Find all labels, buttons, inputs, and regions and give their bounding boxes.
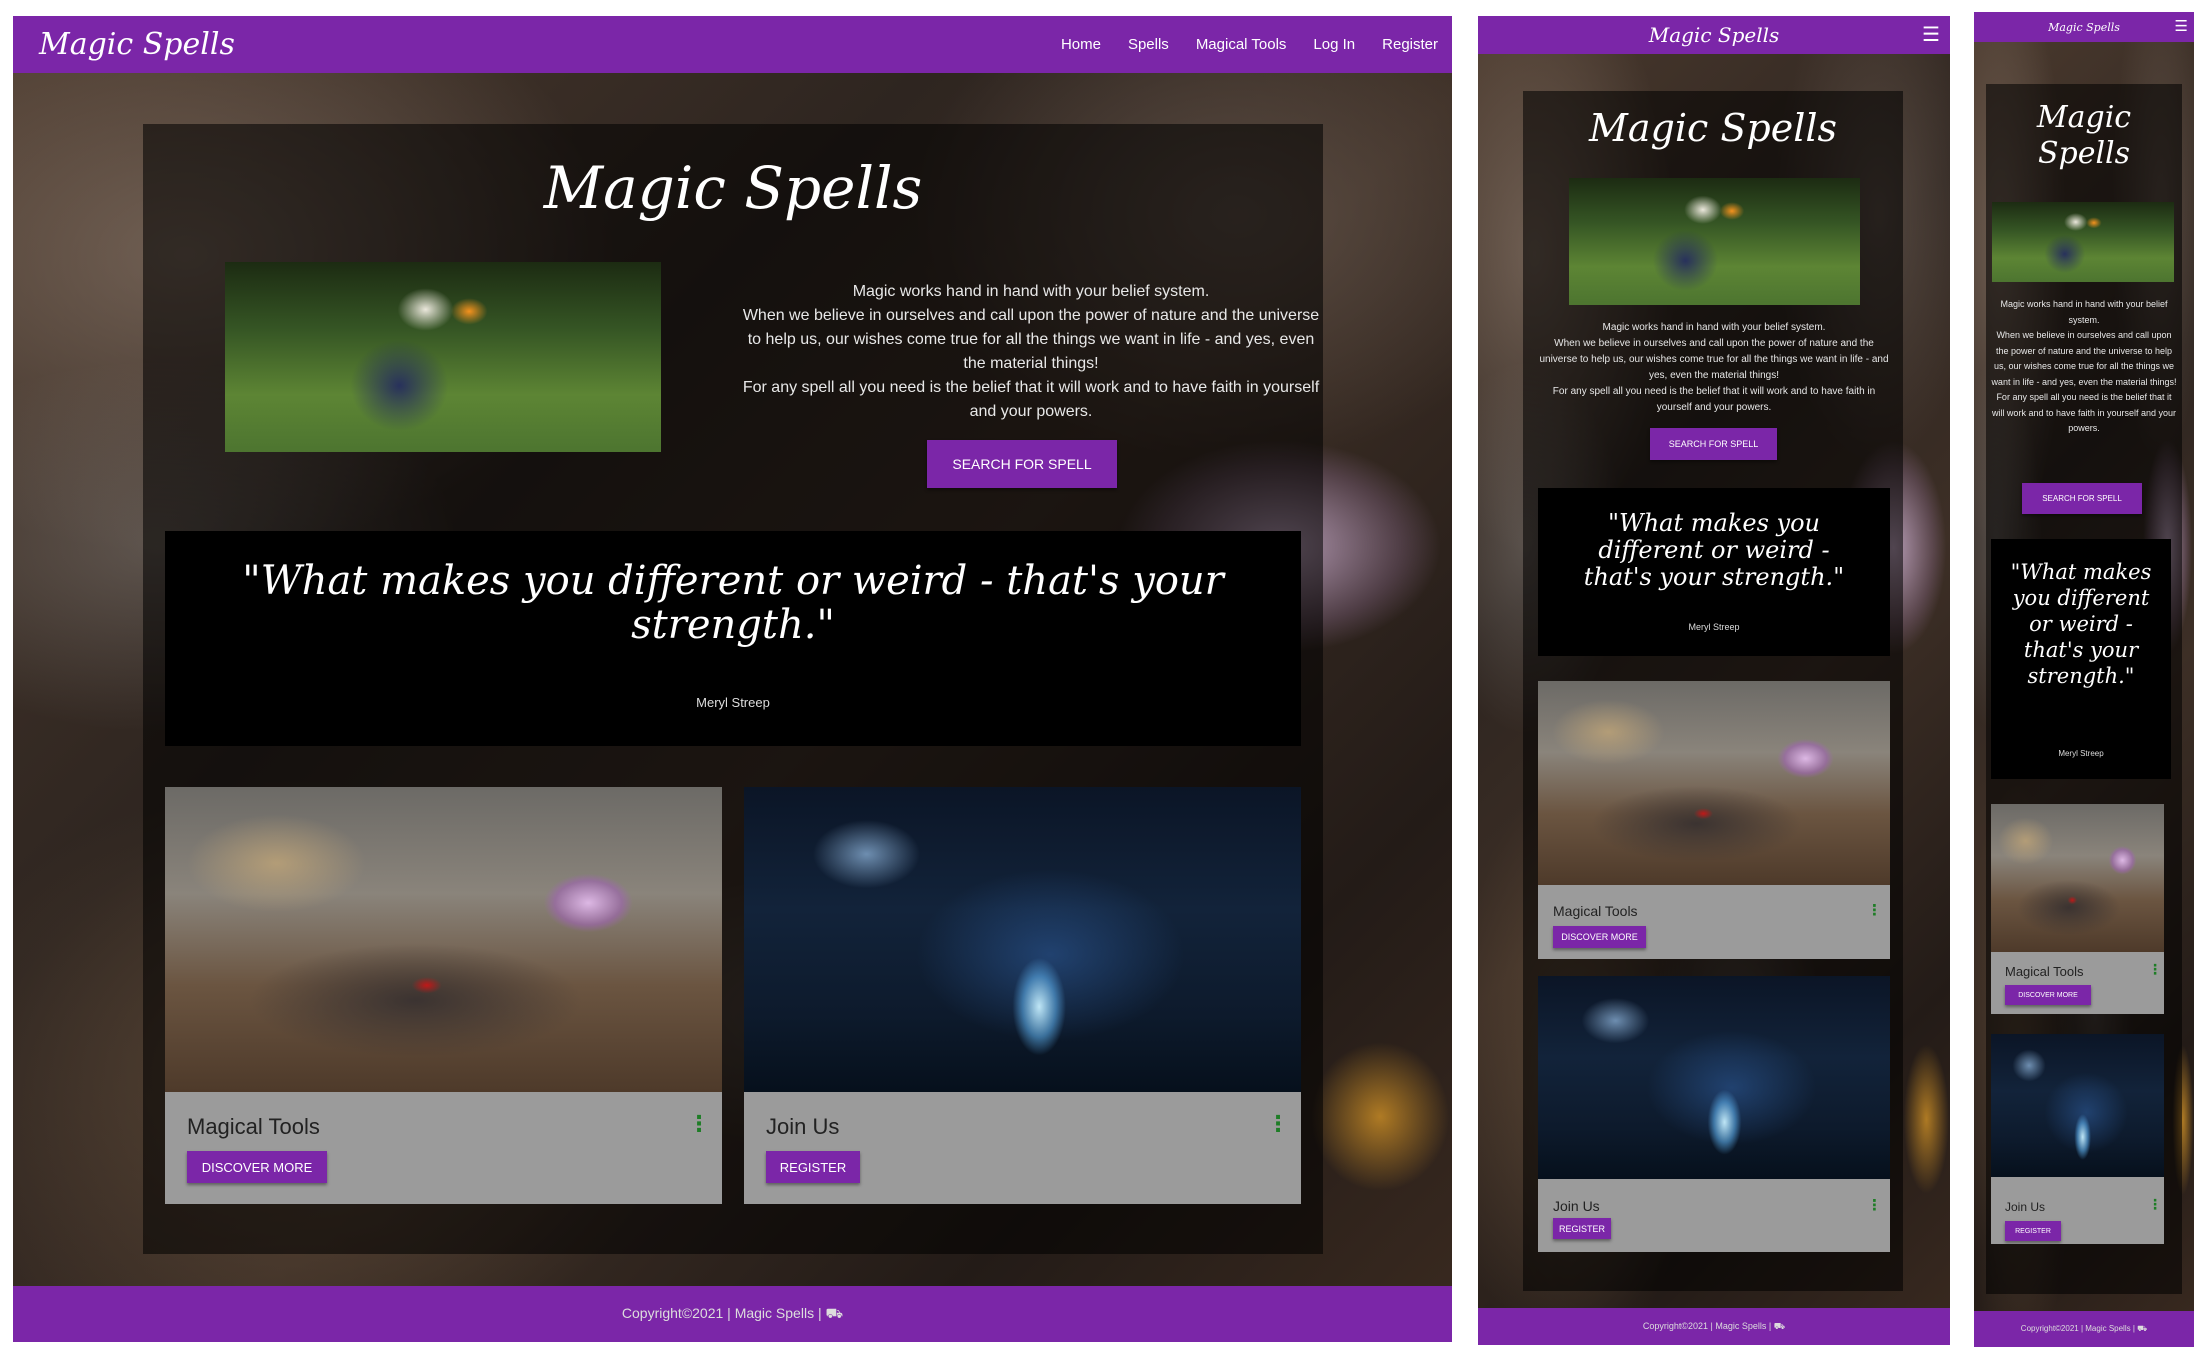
card-title: Join Us xyxy=(2005,1200,2046,1214)
card-join-us: Join Us ⋮ REGISTER xyxy=(1538,976,1890,1252)
navbar: Magic Spells Home Spells Magical Tools L… xyxy=(13,16,1452,73)
intro-line-1: Magic works hand in hand with your belie… xyxy=(852,283,1210,300)
quote-text: "What makes you different or weird - tha… xyxy=(2010,560,2152,688)
navbar: Magic Spells xyxy=(1478,16,1950,54)
brand-logo[interactable]: Magic Spells xyxy=(39,27,235,62)
more-vert-icon[interactable]: ⋮ xyxy=(2148,1197,2162,1213)
intro-text: Magic works hand in hand with your belie… xyxy=(741,280,1321,424)
search-spell-button[interactable]: SEARCH FOR SPELL xyxy=(2022,483,2142,514)
magical-tools-image xyxy=(1991,804,2164,952)
intro-line-3: For any spell all you need is the belief… xyxy=(1991,392,2177,433)
navbar: Magic Spells xyxy=(1974,12,2194,42)
nav-links: Home Spells Magical Tools Log In Registe… xyxy=(1061,36,1438,53)
intro-line-2: When we believe in ourselves and call up… xyxy=(1991,330,2177,387)
join-us-image xyxy=(1538,976,1890,1179)
quote-box: "What makes you different or weird - tha… xyxy=(1991,539,2171,779)
discover-more-button[interactable]: DISCOVER MORE xyxy=(1553,926,1646,948)
quote-author: Meryl Streep xyxy=(2058,749,2104,758)
page-title: Magic Spells xyxy=(1588,106,1838,150)
intro-text: Magic works hand in hand with your belie… xyxy=(1538,320,1890,416)
footer: Copyright©2021 | Magic Spells | ⛟ xyxy=(13,1286,1452,1342)
witch-photo xyxy=(1992,202,2174,282)
hamburger-menu-icon[interactable]: ☰ xyxy=(2175,17,2188,35)
join-us-image xyxy=(744,787,1301,1092)
more-vert-icon[interactable]: ⋮ xyxy=(1867,1196,1882,1214)
intro-line-3: For any spell all you need is the belief… xyxy=(742,379,1320,420)
brand-logo[interactable]: Magic Spells xyxy=(1649,23,1780,47)
card-title: Magical Tools xyxy=(2005,964,2084,979)
witch-photo xyxy=(225,262,661,452)
discover-more-button[interactable]: DISCOVER MORE xyxy=(187,1151,327,1183)
discover-more-button[interactable]: DISCOVER MORE xyxy=(2005,985,2091,1005)
intro-line-1: Magic works hand in hand with your belie… xyxy=(1602,322,1826,333)
card-title: Join Us xyxy=(766,1114,840,1139)
nav-link-home[interactable]: Home xyxy=(1061,36,1101,53)
magical-tools-image xyxy=(165,787,722,1092)
more-vert-icon[interactable]: ⋮ xyxy=(688,1112,710,1137)
quote-text: "What makes you different or weird - tha… xyxy=(1583,509,1845,591)
quote-text: "What makes you different or weird - tha… xyxy=(242,558,1224,648)
tablet-view: Magic Spells ☰ Magic Spells Magic works … xyxy=(1478,16,1950,1345)
mobile-view: Magic Spells ☰ Magic Spells Magic works … xyxy=(1974,12,2194,1347)
card-join-us: Join Us ⋮ REGISTER xyxy=(1991,1034,2164,1244)
hamburger-menu-icon[interactable]: ☰ xyxy=(1922,22,1940,46)
card-join-us: Join Us ⋮ REGISTER xyxy=(744,787,1301,1204)
card-magical-tools: Magical Tools ⋮ DISCOVER MORE xyxy=(165,787,722,1204)
register-button[interactable]: REGISTER xyxy=(1553,1218,1611,1239)
intro-line-1: Magic works hand in hand with your belie… xyxy=(2000,299,2168,325)
more-vert-icon[interactable]: ⋮ xyxy=(2148,962,2162,978)
quote-box: "What makes you different or weird - tha… xyxy=(1538,488,1890,656)
desktop-view: Magic Spells Home Spells Magical Tools L… xyxy=(13,16,1452,1342)
quote-author: Meryl Streep xyxy=(1688,622,1740,632)
footer: Copyright©2021 | Magic Spells | ⛟ xyxy=(1974,1311,2194,1347)
quote-box: "What makes you different or weird - tha… xyxy=(165,531,1301,746)
more-vert-icon[interactable]: ⋮ xyxy=(1867,901,1882,919)
card-magical-tools: Magical Tools ⋮ DISCOVER MORE xyxy=(1538,681,1890,959)
nav-link-register[interactable]: Register xyxy=(1382,36,1438,53)
nav-link-magical-tools[interactable]: Magical Tools xyxy=(1196,36,1287,53)
witch-photo xyxy=(1569,178,1860,305)
intro-line-3: For any spell all you need is the belief… xyxy=(1552,386,1876,413)
intro-line-2: When we believe in ourselves and call up… xyxy=(742,307,1320,372)
card-title: Magical Tools xyxy=(1553,903,1638,919)
search-spell-button[interactable]: SEARCH FOR SPELL xyxy=(1650,428,1777,460)
brand-logo[interactable]: Magic Spells xyxy=(2048,21,2120,34)
page-title: Magic Spells xyxy=(543,154,923,222)
join-us-image xyxy=(1991,1034,2164,1177)
nav-link-login[interactable]: Log In xyxy=(1313,36,1355,53)
card-title: Join Us xyxy=(1553,1198,1600,1214)
search-spell-button[interactable]: SEARCH FOR SPELL xyxy=(927,440,1117,488)
more-vert-icon[interactable]: ⋮ xyxy=(1267,1112,1289,1137)
footer: Copyright©2021 | Magic Spells | ⛟ xyxy=(1478,1308,1950,1345)
nav-link-spells[interactable]: Spells xyxy=(1128,36,1169,53)
magical-tools-image xyxy=(1538,681,1890,885)
page-title: Magic Spells xyxy=(2036,100,2132,171)
card-magical-tools: Magical Tools ⋮ DISCOVER MORE xyxy=(1991,804,2164,1014)
intro-text: Magic works hand in hand with your belie… xyxy=(1990,297,2178,437)
register-button[interactable]: REGISTER xyxy=(2005,1221,2061,1241)
quote-author: Meryl Streep xyxy=(696,695,770,710)
card-title: Magical Tools xyxy=(187,1114,320,1139)
intro-line-2: When we believe in ourselves and call up… xyxy=(1539,338,1889,381)
register-button[interactable]: REGISTER xyxy=(766,1151,860,1183)
